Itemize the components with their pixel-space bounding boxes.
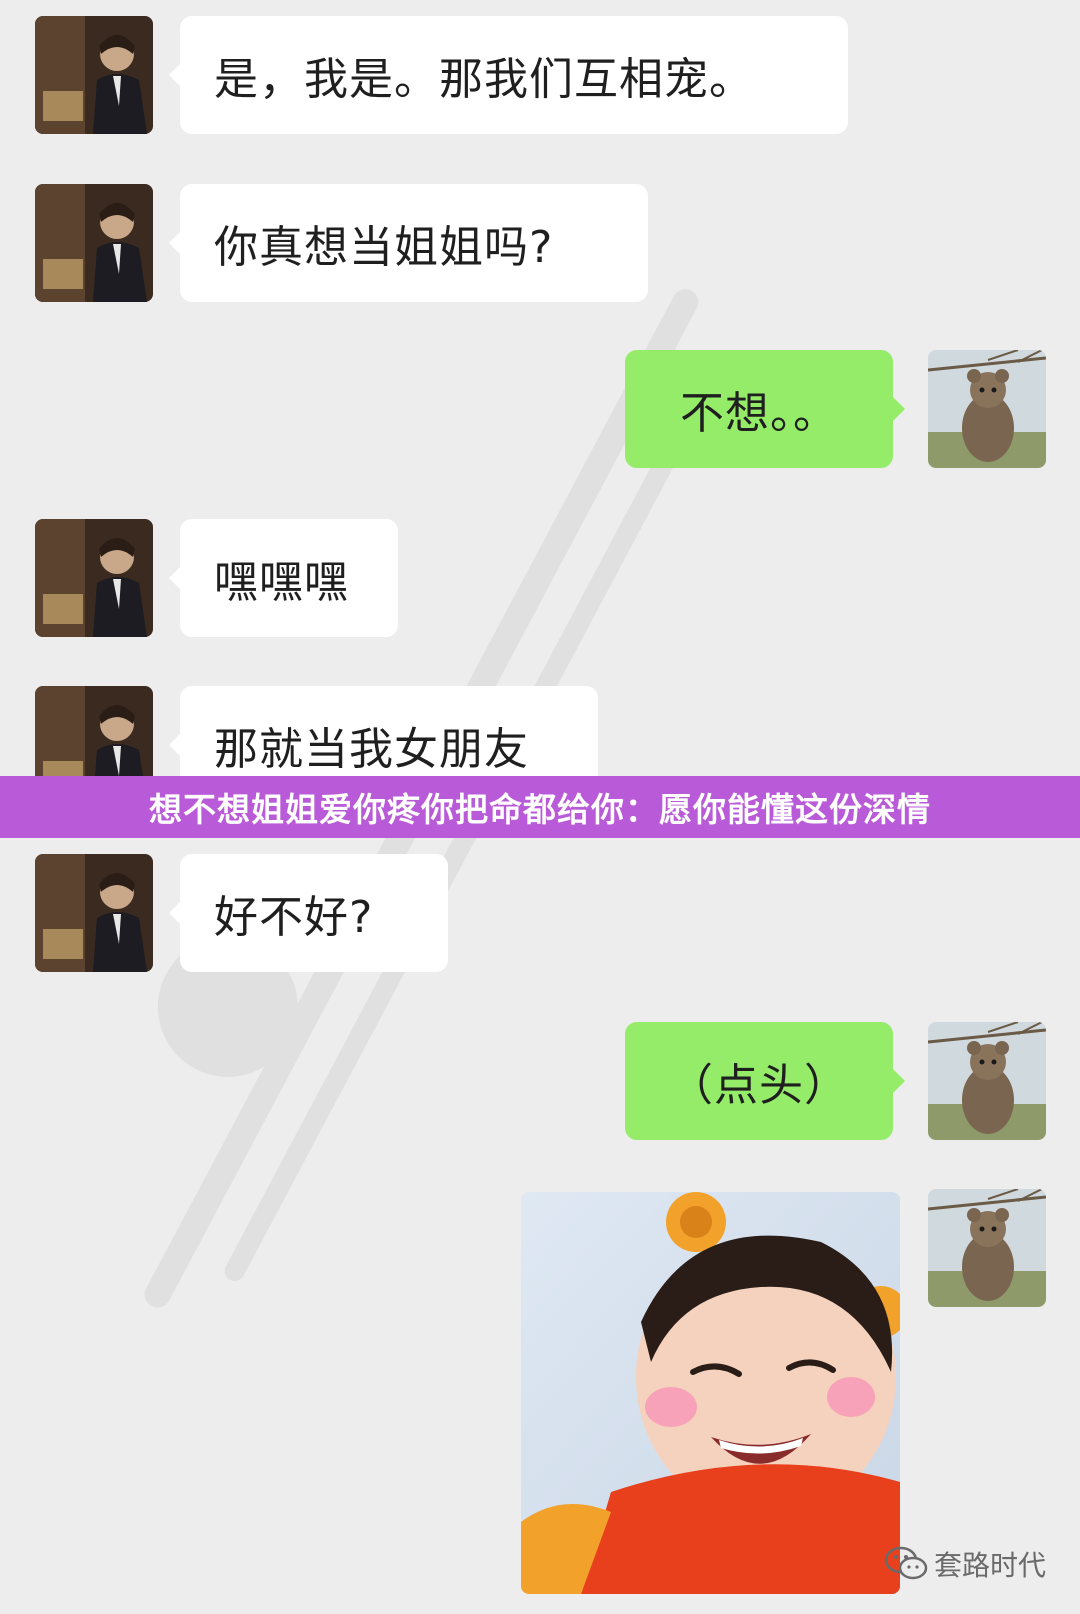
banner-text: 想不想姐姐爱你疼你把命都给你：愿你能懂这份深情 bbox=[149, 790, 931, 829]
source-signature: 套路时代 bbox=[884, 1544, 1046, 1584]
message-text: 嘿嘿嘿 bbox=[214, 557, 349, 608]
message-text: （点头） bbox=[669, 1060, 849, 1111]
my-avatar[interactable] bbox=[928, 1189, 1046, 1307]
incoming-message-bubble[interactable]: 你真想当姐姐吗? bbox=[169, 184, 648, 302]
contact-avatar[interactable] bbox=[35, 184, 153, 302]
my-avatar[interactable] bbox=[928, 1022, 1046, 1140]
wechat-icon bbox=[884, 1546, 928, 1580]
contact-avatar[interactable] bbox=[35, 854, 153, 972]
outgoing-message-bubble[interactable]: （点头） bbox=[625, 1022, 905, 1140]
incoming-message-bubble[interactable]: 是，我是。那我们互相宠。 bbox=[169, 16, 848, 134]
title-banner: 想不想姐姐爱你疼你把命都给你：愿你能懂这份深情 bbox=[0, 776, 1080, 838]
incoming-message-bubble[interactable]: 好不好? bbox=[169, 854, 448, 972]
message-text: 你真想当姐姐吗? bbox=[214, 222, 554, 273]
signature-text: 套路时代 bbox=[934, 1549, 1047, 1582]
message-text: 那就当我女朋友 bbox=[214, 724, 529, 775]
laughing-baby-sticker[interactable] bbox=[521, 1192, 900, 1594]
message-text: 是，我是。那我们互相宠。 bbox=[214, 54, 754, 105]
incoming-message-bubble[interactable]: 嘿嘿嘿 bbox=[169, 519, 398, 637]
outgoing-message-bubble[interactable]: 不想。。 bbox=[625, 350, 905, 468]
message-text: 好不好? bbox=[214, 892, 374, 943]
my-avatar[interactable] bbox=[928, 350, 1046, 468]
message-text: 不想。。 bbox=[680, 388, 838, 439]
contact-avatar[interactable] bbox=[35, 519, 153, 637]
contact-avatar[interactable] bbox=[35, 16, 153, 134]
